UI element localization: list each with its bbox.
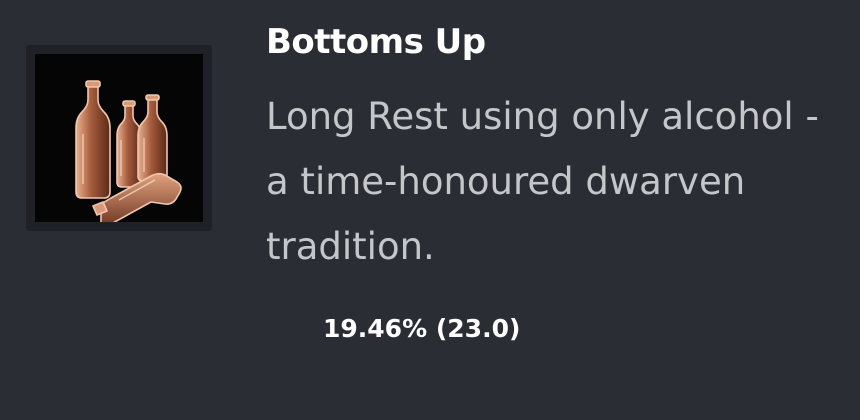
achievement-rarity: 19.46% (23.0) (323, 314, 520, 343)
rarity-score: (23.0) (435, 314, 521, 343)
achievement-icon-frame (26, 45, 212, 231)
achievement-card: Bottoms Up Long Rest using only alcohol … (0, 0, 860, 420)
bottles-icon (35, 54, 203, 222)
achievement-title: Bottoms Up (266, 22, 486, 62)
achievement-description: Long Rest using only alcohol - a time-ho… (266, 95, 819, 268)
rarity-percent: 19.46% (323, 314, 428, 343)
